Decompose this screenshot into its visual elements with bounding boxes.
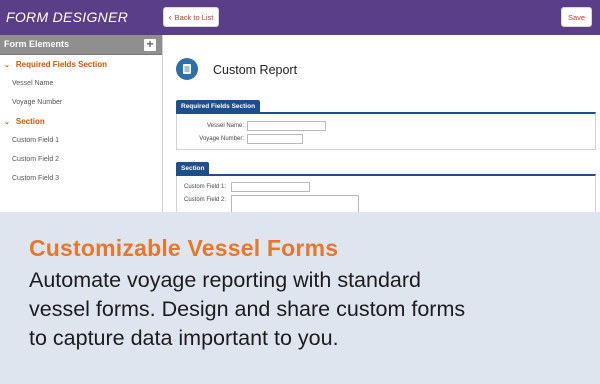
panel-tab: Section <box>176 162 210 176</box>
sidebar-section-label: Section <box>15 117 45 126</box>
sidebar-section-section[interactable]: ⌄ Section <box>0 117 45 126</box>
document-list-icon <box>176 58 198 80</box>
report-title: Custom Report <box>213 63 298 77</box>
chevron-down-icon: ⌄ <box>4 62 10 69</box>
custom-field-1-input[interactable] <box>231 182 310 192</box>
sidebar-item-custom-field-2[interactable]: Custom Field 2 <box>12 156 59 163</box>
promo-line: Automate voyage reporting with standard <box>29 268 422 292</box>
sidebar: Form Elements + ⌄ Required Fields Section… <box>0 35 163 215</box>
chevron-down-icon: ⌄ <box>4 119 10 126</box>
voyage-number-label: Voyage Number: <box>199 136 244 142</box>
app-title: FORM DESIGNER <box>6 9 129 25</box>
sidebar-header: Form Elements + <box>0 35 162 55</box>
promo-line: to capture data important to you. <box>29 326 339 350</box>
chevron-left-icon: ‹ <box>168 12 172 22</box>
sidebar-item-custom-field-1[interactable]: Custom Field 1 <box>12 137 59 144</box>
custom-field-1-label: Custom Field 1: <box>184 184 227 190</box>
required-fields-panel: Required Fields Section Vessel Name: Voy… <box>176 100 596 150</box>
custom-field-2-label: Custom Field 2: <box>184 197 227 203</box>
sidebar-header-label: Form Elements <box>4 39 70 49</box>
panel-tab: Required Fields Section <box>176 100 261 114</box>
form-canvas: Custom Report Required Fields Section Ve… <box>163 35 600 219</box>
sidebar-section-label: Required Fields Section <box>15 60 108 69</box>
promo-title: Customizable Vessel Forms <box>29 235 339 261</box>
back-to-list-label: Back to List <box>174 12 214 22</box>
save-button[interactable]: Save <box>561 7 592 27</box>
plus-icon[interactable]: + <box>144 38 156 51</box>
sidebar-section-required[interactable]: ⌄ Required Fields Section <box>0 60 107 69</box>
vessel-name-label: Vessel Name: <box>206 123 244 129</box>
sidebar-item-vessel-name[interactable]: Vessel Name <box>12 80 53 87</box>
promo-line: vessel forms. Design and share custom fo… <box>29 297 466 321</box>
sidebar-item-custom-field-3[interactable]: Custom Field 3 <box>12 175 59 182</box>
voyage-number-field[interactable] <box>247 134 303 144</box>
promo-description: Automate voyage reporting with standard … <box>29 266 589 353</box>
vessel-name-field[interactable] <box>247 121 326 131</box>
sidebar-item-voyage-number[interactable]: Voyage Number <box>12 99 62 106</box>
top-bar: FORM DESIGNER ‹ Back to List Save <box>0 0 600 35</box>
save-label: Save <box>567 12 586 22</box>
promo-banner: Customizable Vessel Forms Automate voyag… <box>0 212 600 384</box>
back-to-list-button[interactable]: ‹ Back to List <box>163 7 219 27</box>
